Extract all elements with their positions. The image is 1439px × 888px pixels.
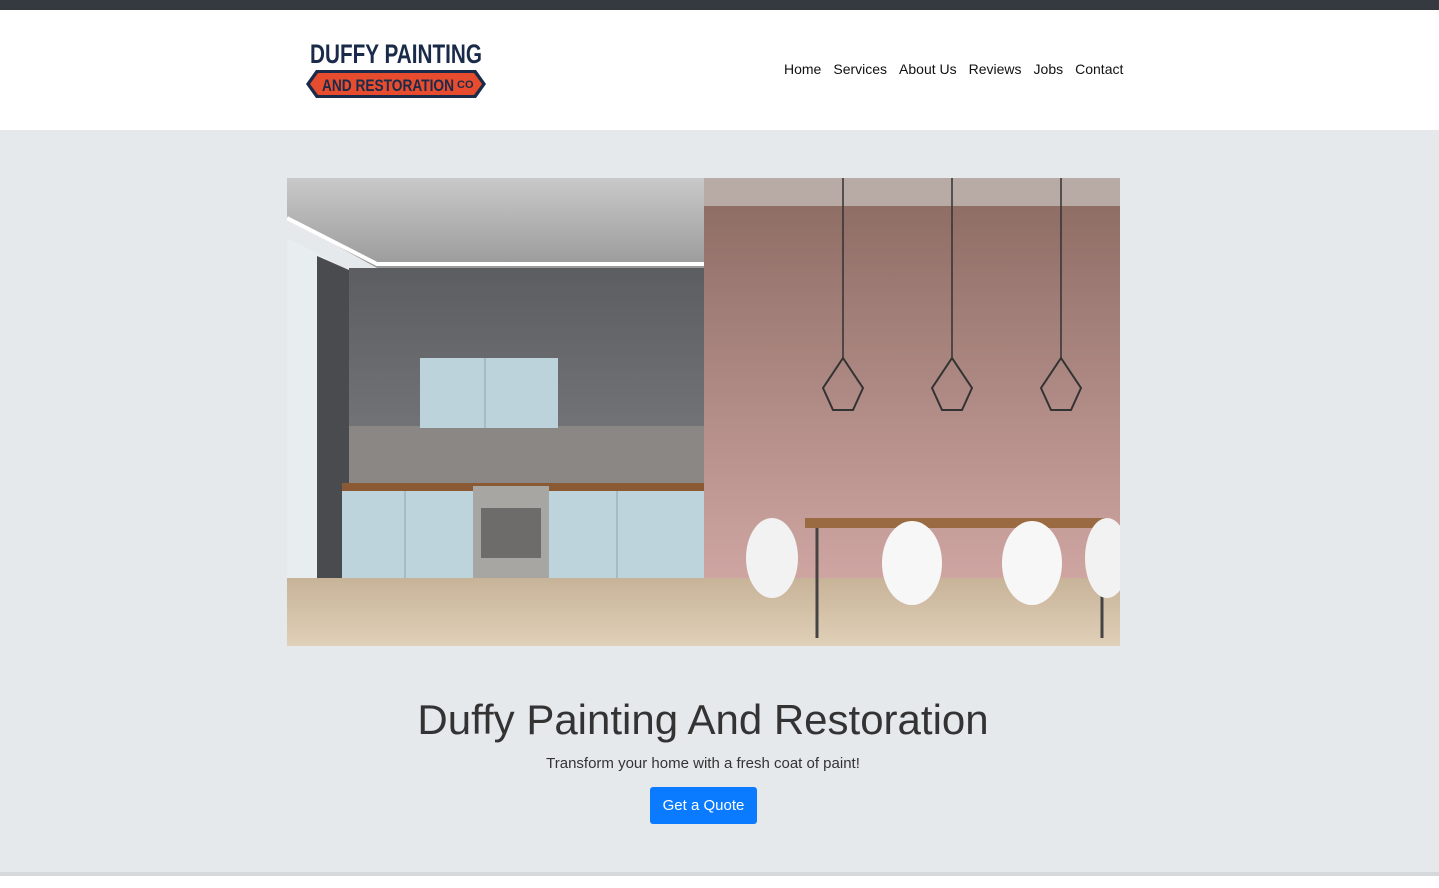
brand-logo[interactable]: DUFFY PAINTING AND RESTORATION CO: [304, 36, 488, 100]
hero-title: Duffy Painting And Restoration: [417, 696, 989, 743]
nav-jobs[interactable]: Jobs: [1028, 60, 1070, 80]
nav-home[interactable]: Home: [778, 60, 827, 80]
logo-line1: DUFFY PAINTING: [310, 39, 482, 69]
kitchen-dining-photo-icon: [287, 178, 1120, 646]
hero-subtitle: Transform your home with a fresh coat of…: [546, 755, 860, 772]
hero-image: [287, 178, 1120, 646]
logo-suffix: CO: [457, 79, 474, 91]
nav-contact[interactable]: Contact: [1069, 60, 1129, 80]
get-a-quote-button[interactable]: Get a Quote: [650, 787, 757, 824]
nav-about-us[interactable]: About Us: [893, 60, 963, 80]
hero-section: Duffy Painting And Restoration Transform…: [0, 130, 1439, 872]
nav-reviews[interactable]: Reviews: [963, 60, 1028, 80]
site-header: DUFFY PAINTING AND RESTORATION CO Home S…: [0, 10, 1439, 130]
main-nav: Home Services About Us Reviews Jobs Cont…: [778, 60, 1129, 80]
nav-services[interactable]: Services: [827, 60, 893, 80]
section-divider: [0, 872, 1439, 876]
logo-line2: AND RESTORATION: [322, 76, 454, 95]
top-bar: [0, 0, 1439, 10]
